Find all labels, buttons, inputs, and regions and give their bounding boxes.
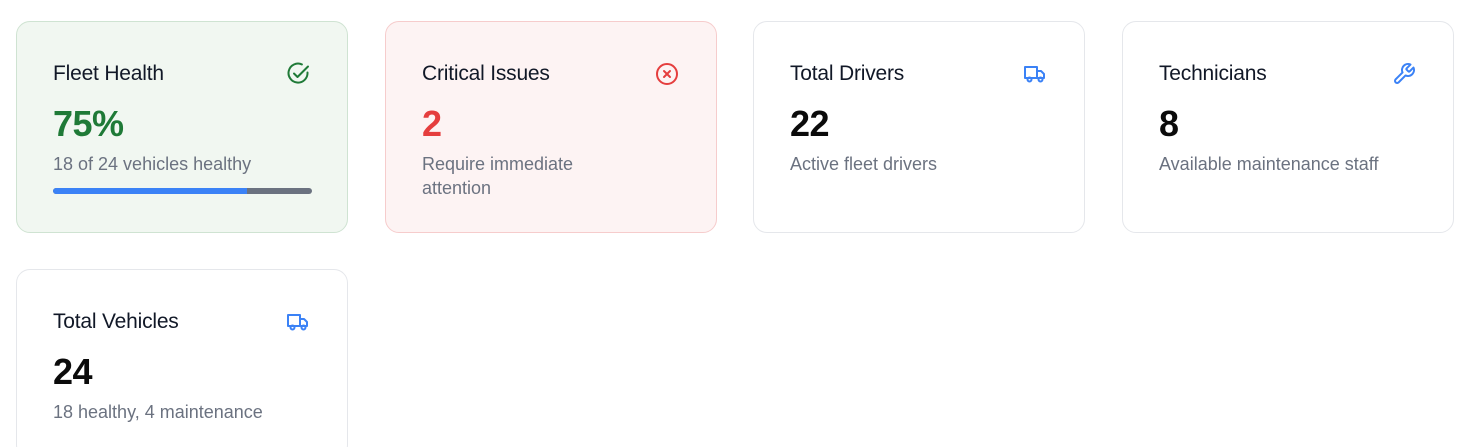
card-header: Fleet Health <box>53 60 311 88</box>
critical-issues-card: Critical Issues 2 Require immediate atte… <box>385 21 717 233</box>
card-header: Total Drivers <box>790 60 1048 88</box>
total-vehicles-card: Total Vehicles 24 18 healthy, 4 maintena… <box>16 269 348 447</box>
card-header: Critical Issues <box>422 60 680 88</box>
health-progress-fill <box>53 188 248 194</box>
card-header: Technicians <box>1159 60 1417 88</box>
card-subtitle: Available maintenance staff <box>1159 154 1379 174</box>
x-circle-icon <box>654 61 680 87</box>
card-value: 75% <box>53 103 124 144</box>
truck-icon <box>285 309 311 335</box>
card-subtitle: 18 of 24 vehicles healthy <box>53 154 252 174</box>
card-title: Fleet Health <box>53 62 164 85</box>
card-title: Total Drivers <box>790 62 905 85</box>
card-value: 22 <box>790 103 830 144</box>
card-value: 8 <box>1159 103 1179 144</box>
wrench-icon <box>1391 61 1417 87</box>
fleet-health-card: Fleet Health 75% 18 of 24 vehicles healt… <box>16 21 348 233</box>
card-value: 24 <box>53 351 93 392</box>
card-title: Total Vehicles <box>53 310 179 333</box>
health-progress-bar <box>53 188 312 194</box>
check-circle-icon <box>285 61 311 87</box>
card-subtitle: 18 healthy, 4 maintenance <box>53 402 263 422</box>
card-value: 2 <box>422 103 442 144</box>
stats-grid: Fleet Health 75% 18 of 24 vehicles healt… <box>0 0 1462 447</box>
card-title: Critical Issues <box>422 62 550 85</box>
truck-icon <box>1022 61 1048 87</box>
technicians-card: Technicians 8 Available maintenance staf… <box>1122 21 1454 233</box>
card-subtitle: Active fleet drivers <box>790 154 938 174</box>
card-header: Total Vehicles <box>53 308 311 336</box>
total-drivers-card: Total Drivers 22 Active fleet drivers <box>753 21 1085 233</box>
card-subtitle: Require immediate attention <box>422 154 574 198</box>
card-title: Technicians <box>1159 62 1267 85</box>
